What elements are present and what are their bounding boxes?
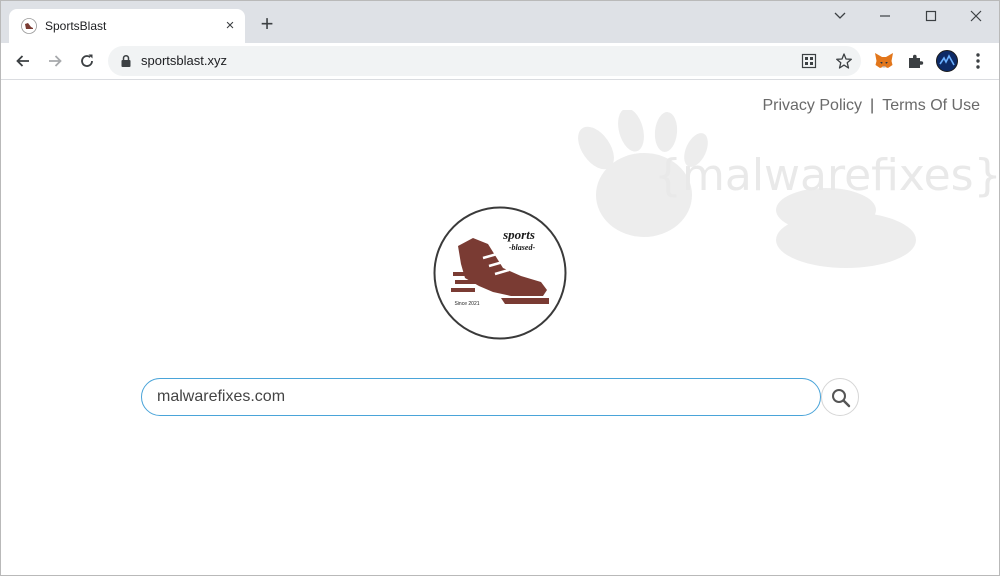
site-favicon-icon	[21, 18, 37, 34]
tab-sportsblast[interactable]: SportsBlast ×	[9, 9, 245, 43]
header-links: Privacy Policy | Terms Of Use	[762, 97, 980, 115]
forward-button[interactable]	[43, 49, 67, 73]
search-form: malwarefixes.com	[141, 378, 821, 416]
metamask-fox-icon[interactable]	[873, 50, 895, 72]
watermark: {malwarefixes}	[556, 110, 999, 270]
reload-button[interactable]	[75, 49, 99, 73]
lock-icon[interactable]	[120, 54, 132, 68]
arrow-back-icon	[16, 55, 29, 67]
close-window-button[interactable]	[954, 1, 999, 31]
minimize-button[interactable]	[863, 1, 909, 31]
reload-icon	[81, 54, 93, 67]
search-icon	[832, 389, 851, 408]
page-content: {malwarefixes} Privacy Policy | Terms Of U…	[1, 80, 999, 575]
maximize-icon	[925, 10, 937, 22]
profile-avatar[interactable]	[936, 50, 958, 72]
watermark-text: {malwarefixes}	[654, 150, 1000, 201]
logo-text-blased: -blased-	[509, 243, 536, 252]
logo-text-sports: sports	[502, 227, 535, 242]
search-button[interactable]	[821, 378, 859, 416]
chevron-down-icon	[834, 12, 846, 19]
maximize-button[interactable]	[909, 1, 955, 31]
more-vert-icon[interactable]	[967, 50, 989, 72]
minimize-icon	[880, 15, 890, 17]
close-icon	[970, 10, 982, 22]
url-text[interactable]: sportsblast.xyz	[141, 53, 227, 68]
privacy-policy-link[interactable]: Privacy Policy	[762, 97, 862, 114]
puzzle-icon[interactable]	[905, 50, 927, 72]
search-input-value[interactable]: malwarefixes.com	[157, 388, 285, 406]
arrow-forward-icon	[49, 55, 62, 67]
bookmark-star-icon[interactable]	[835, 52, 853, 70]
tab-search-button[interactable]	[818, 1, 864, 31]
tab-title: SportsBlast	[45, 19, 107, 33]
tab-strip: SportsBlast × +	[1, 1, 999, 43]
links-separator: |	[870, 97, 875, 114]
browser-window: SportsBlast × + sportsblast.xyz {malware…	[0, 0, 1000, 576]
sportsblast-logo: sports -blased- Since 2021	[433, 206, 567, 340]
back-button[interactable]	[11, 49, 35, 73]
search-input[interactable]: malwarefixes.com	[141, 378, 821, 416]
address-bar[interactable]: sportsblast.xyz	[108, 46, 861, 76]
browser-toolbar: sportsblast.xyz	[1, 43, 999, 80]
terms-of-use-link[interactable]: Terms Of Use	[882, 97, 980, 114]
tab-close-icon[interactable]: ×	[221, 17, 239, 35]
qr-code-icon[interactable]	[801, 53, 817, 69]
new-tab-button[interactable]: +	[257, 13, 277, 35]
logo-text-since: Since 2021	[454, 301, 479, 307]
